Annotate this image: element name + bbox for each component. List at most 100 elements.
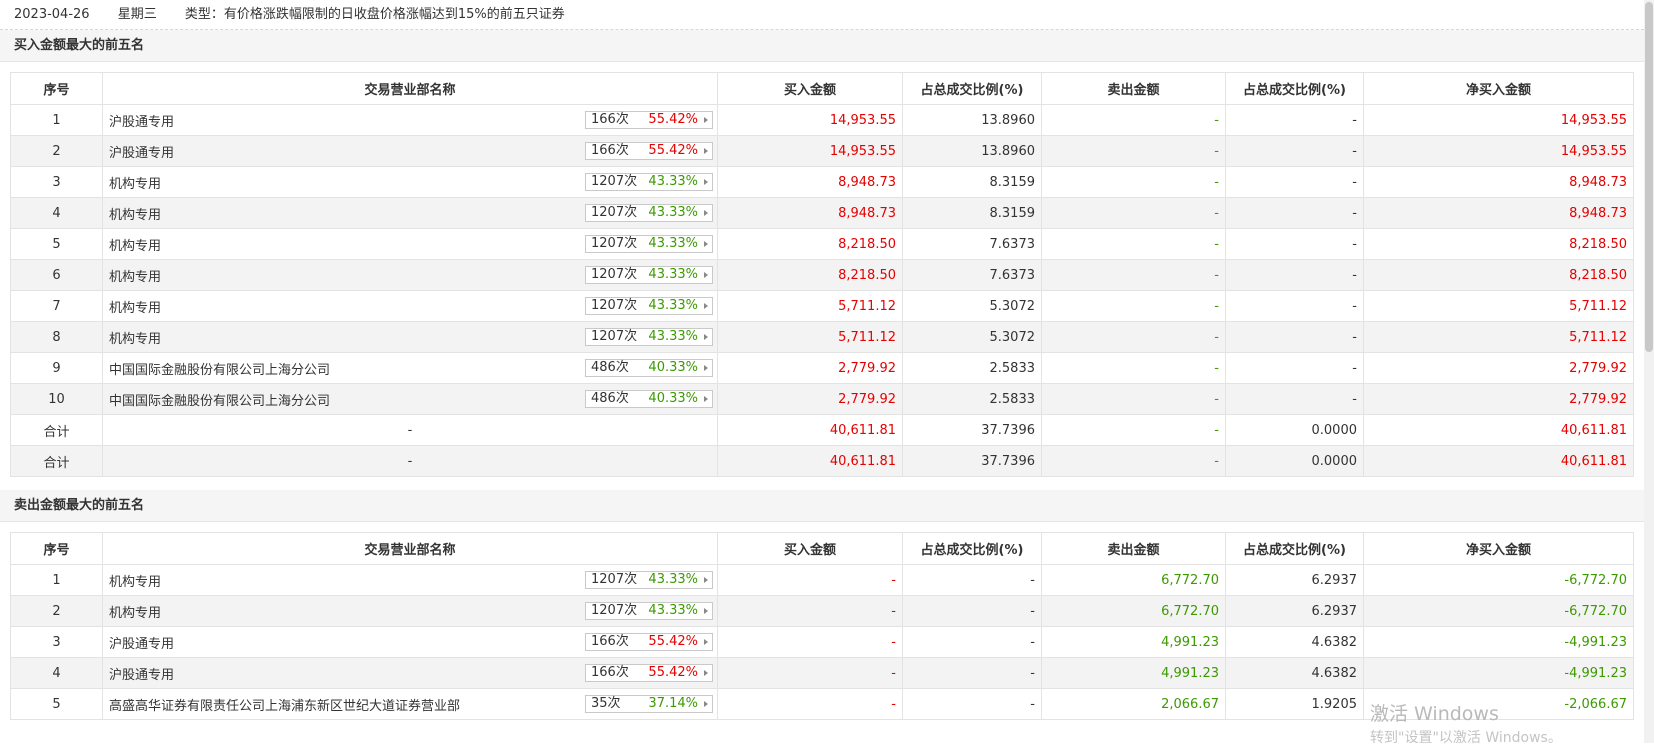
net-buy-amount: 14,953.55 [1363,104,1634,136]
branch-name[interactable]: 机构专用 [109,301,161,316]
branch-name[interactable]: 机构专用 [109,177,161,192]
arrow-right-icon [704,639,708,645]
branch-stats-button[interactable]: 166次 55.42% [585,633,713,651]
branch-stats-button[interactable]: 1207次 43.33% [585,297,713,315]
branch-stats-button[interactable]: 1207次 43.33% [585,602,713,620]
branch-name[interactable]: 机构专用 [109,332,161,347]
net-buy-amount: 2,779.92 [1363,352,1634,384]
table-row: 3 机构专用 1207次 43.33% 8,948.73 8.3159- -8,948.73 [10,166,1634,198]
buy-ratio: - [902,688,1042,720]
sell-ratio: 4.6382 [1225,626,1364,658]
branch-stats-button[interactable]: 1207次 43.33% [585,173,713,191]
buy-ratio: - [902,595,1042,627]
net-buy-amount: -6,772.70 [1363,595,1634,627]
branch-stats-button[interactable]: 1207次 43.33% [585,235,713,253]
branch-name[interactable]: 沪股通专用 [109,668,174,683]
net-buy-amount: -6,772.70 [1363,564,1634,596]
row-number: 2 [10,135,103,167]
total-net-buy: 40,611.81 [1363,445,1634,477]
branch-name[interactable]: 沪股通专用 [109,146,174,161]
appearance-count: 1207次 [591,603,638,618]
branch-name-cell: 中国国际金融股份有限公司上海分公司 486次 40.33% [102,352,718,384]
branch-name[interactable]: 中国国际金融股份有限公司上海分公司 [109,363,330,378]
branch-stats-button[interactable]: 1207次 43.33% [585,571,713,589]
header-date: 2023-04-26 [14,7,90,22]
total-buy-amount: 40,611.81 [717,445,903,477]
column-header: 占总成交比例(%) [902,532,1042,565]
branch-stats-button[interactable]: 35次 37.14% [585,695,713,713]
appearance-count: 166次 [591,112,629,127]
branch-name[interactable]: 中国国际金融股份有限公司上海分公司 [109,394,330,409]
branch-name[interactable]: 机构专用 [109,270,161,285]
arrow-right-icon [704,670,708,676]
win-rate: 43.33% [648,603,698,618]
sell-amount: - [1041,290,1226,322]
vertical-scrollbar[interactable] [1644,0,1654,743]
sell-amount: - [1041,197,1226,229]
branch-name[interactable]: 机构专用 [109,239,161,254]
column-header: 买入金额 [717,72,903,105]
branch-stats-button[interactable]: 166次 55.42% [585,664,713,682]
scrollbar-thumb[interactable] [1645,2,1653,352]
arrow-right-icon [704,210,708,216]
sell-amount: - [1041,352,1226,384]
branch-stats-button[interactable]: 166次 55.42% [585,111,713,129]
buy-amount: 5,711.12 [717,290,903,322]
branch-stats-button[interactable]: 486次 40.33% [585,359,713,377]
appearance-count: 166次 [591,143,629,158]
sell-ratio: - [1225,290,1364,322]
branch-name[interactable]: 机构专用 [109,208,161,223]
header-type: 类型：有价格涨跌幅限制的日收盘价格涨幅达到15%的前五只证券 [184,7,565,22]
branch-name[interactable]: 机构专用 [109,606,161,621]
win-rate: 55.42% [648,112,698,127]
win-rate: 43.33% [648,236,698,251]
total-sell-amount: - [1041,414,1226,446]
branch-name-cell: 机构专用 1207次 43.33% [102,197,718,229]
net-buy-amount: 8,218.50 [1363,259,1634,291]
win-rate: 43.33% [648,572,698,587]
branch-name[interactable]: 高盛高华证券有限责任公司上海浦东新区世纪大道证券营业部 [109,699,460,714]
sell-amount: 6,772.70 [1041,595,1226,627]
sell-amount: 2,066.67 [1041,688,1226,720]
buy-amount: 14,953.55 [717,135,903,167]
buy-ratio: 13.8960 [902,104,1042,136]
buy-amount: 8,218.50 [717,228,903,260]
buy-ratio: 5.3072 [902,321,1042,353]
sell-ratio: 6.2937 [1225,564,1364,596]
header-info: 2023-04-26 星期三 类型：有价格涨跌幅限制的日收盘价格涨幅达到15%的… [0,0,1654,30]
branch-name-cell: 沪股通专用 166次 55.42% [102,626,718,658]
branch-stats-button[interactable]: 1207次 43.33% [585,204,713,222]
row-number: 2 [10,595,103,627]
buy-ratio: 8.3159 [902,166,1042,198]
buy-amount: 2,779.92 [717,383,903,415]
branch-stats-button[interactable]: 166次 55.42% [585,142,713,160]
buy-amount: - [717,688,903,720]
sell-amount: - [1041,383,1226,415]
arrow-right-icon [704,334,708,340]
appearance-count: 166次 [591,634,629,649]
total-buy-ratio: 37.7396 [902,445,1042,477]
column-header: 序号 [10,72,103,105]
arrow-right-icon [704,303,708,309]
branch-name[interactable]: 机构专用 [109,575,161,590]
table-row: 2 机构专用 1207次 43.33% - -6,772.70 6.2937 -6,772.7… [10,595,1634,627]
branch-stats-button[interactable]: 1207次 43.33% [585,328,713,346]
win-rate: 43.33% [648,267,698,282]
total-row: 合计 -40,611.81 37.7396-0.0000 40,611.81 [10,414,1634,446]
branch-name-cell: 机构专用 1207次 43.33% [102,259,718,291]
total-sell-ratio: 0.0000 [1225,414,1364,446]
branch-stats-button[interactable]: 486次 40.33% [585,390,713,408]
column-header: 净买入金额 [1363,532,1634,565]
column-header: 占总成交比例(%) [1225,72,1364,105]
row-number: 6 [10,259,103,291]
buy-ratio: - [902,626,1042,658]
buy-ratio: - [902,657,1042,689]
buy-amount: 14,953.55 [717,104,903,136]
windows-activation-watermark: 激活 Windows [1370,703,1499,725]
branch-stats-button[interactable]: 1207次 43.33% [585,266,713,284]
branch-name[interactable]: 沪股通专用 [109,115,174,130]
sell-table: 序号 交易营业部名称 买入金额 占总成交比例(%) 卖出金额 占总成交比例(%) 净买入金额… [10,532,1634,720]
table-row: 7 机构专用 1207次 43.33% 5,711.12 5.3072- -5,711.12 [10,290,1634,322]
row-number: 1 [10,104,103,136]
branch-name[interactable]: 沪股通专用 [109,637,174,652]
